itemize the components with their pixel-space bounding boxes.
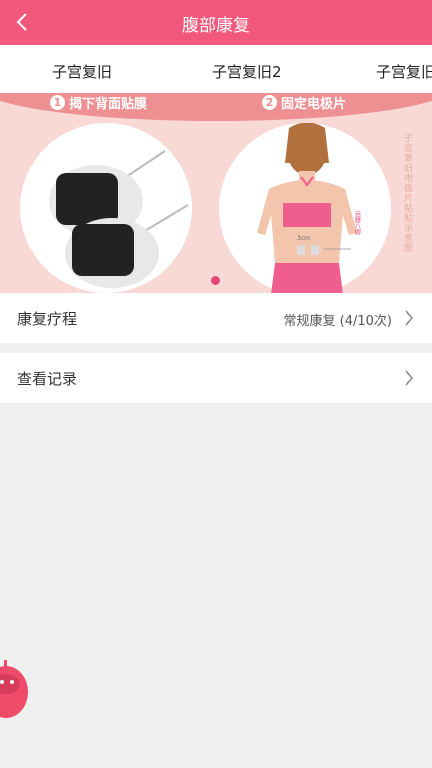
chevron-right-icon xyxy=(405,370,413,386)
step-2-label: 固定电极片 xyxy=(281,97,347,112)
instruction-banner[interactable]: 1 揭下背面贴膜 2 固定电极片 3cm 后腰八髎 子宫复旧电极片粘贴示意图 xyxy=(0,93,432,293)
electrode-pads-image xyxy=(49,150,189,288)
step-2-number: 2 xyxy=(262,95,277,110)
tab-uterus-recovery-2[interactable]: 子宫复旧2 xyxy=(212,61,282,82)
robot-assistant-icon[interactable] xyxy=(0,656,28,718)
records-row[interactable]: 查看记录 xyxy=(0,353,432,403)
body-placement-illustration: 3cm 后腰八髎 xyxy=(219,122,391,293)
step-1-label: 揭下背面贴膜 xyxy=(69,97,148,112)
tab-bar: 子宫复旧 子宫复旧2 子宫复旧 xyxy=(0,45,432,93)
tab-uterus-recovery-3[interactable]: 子宫复旧 xyxy=(376,61,432,82)
page-title: 腹部康复 xyxy=(182,16,250,36)
records-label: 查看记录 xyxy=(17,370,78,388)
course-value: 常规康复 (4/10次) xyxy=(283,314,392,329)
banner-side-note: 子宫复旧电极片粘贴示意图 xyxy=(402,133,412,253)
course-label: 康复疗程 xyxy=(17,310,78,328)
course-row[interactable]: 康复疗程 常规康复 (4/10次) xyxy=(0,293,432,343)
electrode-pad-illustration xyxy=(20,123,192,293)
step-2: 2 固定电极片 xyxy=(262,93,346,112)
body-back-image: 3cm 后腰八髎 xyxy=(257,122,361,293)
measure-label: 3cm xyxy=(297,235,310,242)
header-bar: 腹部康复 xyxy=(0,0,432,45)
tab-uterus-recovery[interactable]: 子宫复旧 xyxy=(52,61,112,82)
step-1-number: 1 xyxy=(50,95,65,110)
acupoint-label: 后腰八髎 xyxy=(354,210,361,236)
step-1: 1 揭下背面贴膜 xyxy=(50,93,147,112)
chevron-right-icon xyxy=(405,310,413,326)
carousel-indicator[interactable] xyxy=(211,276,220,285)
